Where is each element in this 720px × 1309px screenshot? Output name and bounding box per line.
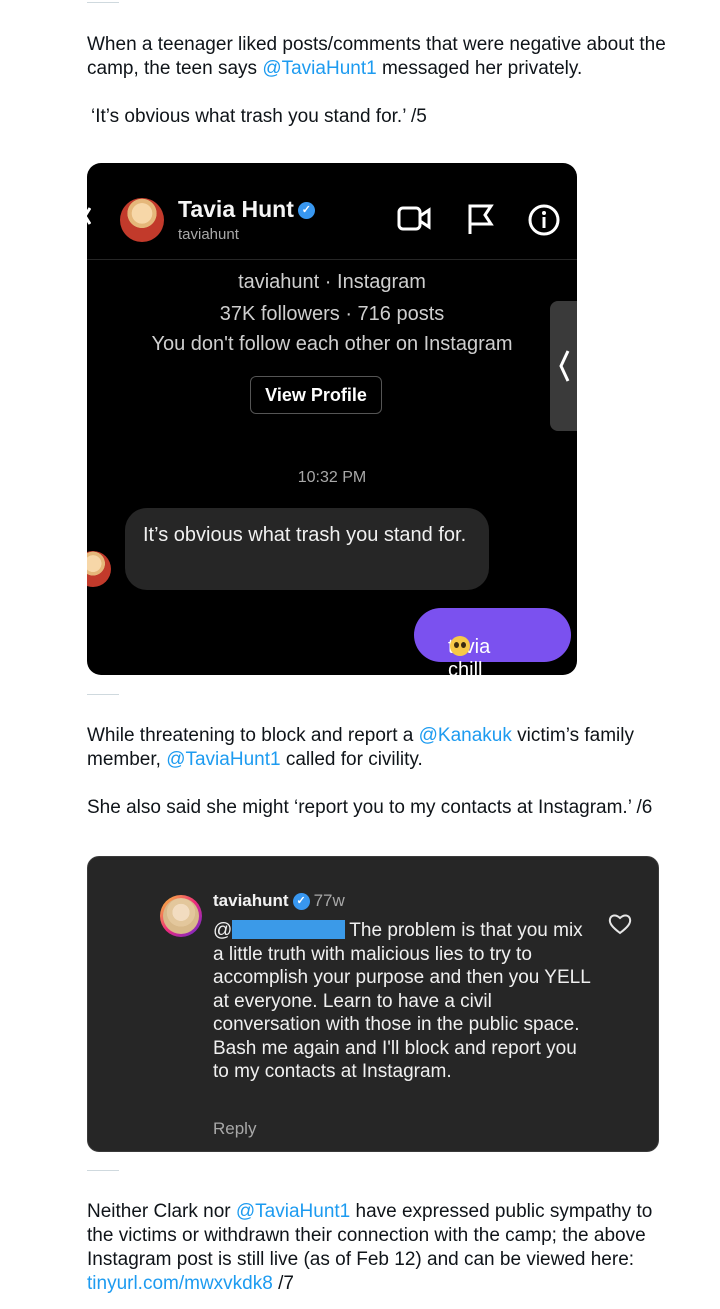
mention-taviahunt1[interactable]: @TaviaHunt1	[236, 1201, 350, 1222]
info-icon[interactable]	[527, 203, 561, 237]
mention-kanakuk[interactable]: @Kanakuk	[419, 725, 512, 746]
reply-button[interactable]: Reply	[213, 1119, 256, 1139]
tweet-7-body: Neither Clark nor @TaviaHunt1 have expre…	[87, 1201, 653, 1294]
stats-line: 37K followers · 716 posts	[219, 303, 445, 325]
tweet-5-body: When a teenager liked posts/comments tha…	[87, 33, 677, 81]
header-username: taviahunt	[178, 226, 239, 243]
video-call-icon[interactable]	[397, 205, 431, 233]
header-avatar	[120, 198, 164, 242]
commenter-avatar-ring	[160, 895, 202, 937]
comment-age: 77w	[313, 891, 345, 910]
profile-line: taviahunt · Instagram	[238, 271, 426, 293]
message-timestamp: 10:32 PM	[297, 469, 367, 486]
comment-username: taviahunt ✓ 77w	[213, 891, 345, 911]
outgoing-message-bubble: tavia chill	[414, 608, 571, 675]
commenter-avatar	[163, 898, 199, 934]
mention-taviahunt1[interactable]: @TaviaHunt1	[262, 58, 376, 79]
tweet-6-body: While threatening to block and report a …	[87, 725, 634, 770]
tinyurl-link[interactable]: tinyurl.com/mwxvkdk8	[87, 1273, 273, 1294]
tweet-5-quote: ‘It’s obvious what trash you stand for.’…	[91, 106, 427, 127]
instagram-comment-screenshot: taviahunt ✓ 77w @ The problem is that you m…	[87, 856, 659, 1152]
side-panel-handle[interactable]	[550, 301, 577, 431]
header-name: Tavia Hunt ✓	[178, 196, 315, 223]
pleading-face-emoji-icon	[450, 636, 470, 656]
instagram-dm-screenshot: Tavia Hunt ✓ taviahunt taviahunt · Instag…	[87, 163, 577, 675]
heart-icon[interactable]	[608, 913, 632, 935]
tweet-5: When a teenager liked posts/comments tha…	[87, 33, 677, 129]
comment-text: @ The problem is that you mix a little tr…	[213, 920, 591, 1082]
verified-badge-icon: ✓	[297, 202, 315, 220]
dm-header: Tavia Hunt ✓ taviahunt	[87, 163, 577, 260]
verified-badge-icon: ✓	[292, 893, 310, 911]
thread-divider	[87, 1170, 119, 1171]
tweet-5-text-end: messaged her privately.	[376, 58, 583, 79]
sender-avatar	[87, 551, 111, 587]
thread-divider-top	[87, 2, 119, 3]
incoming-message-text: It’s obvious what trash you stand for.	[143, 524, 467, 546]
tweet-6: While threatening to block and report a …	[87, 724, 677, 820]
follow-status: You don't follow each other on Instagram	[151, 333, 513, 355]
back-arrow-icon	[87, 207, 91, 225]
tweet-7: Neither Clark nor @TaviaHunt1 have expre…	[87, 1200, 677, 1296]
thread-divider	[87, 694, 119, 695]
mention-taviahunt1[interactable]: @TaviaHunt1	[166, 749, 280, 770]
incoming-message-bubble: It’s obvious what trash you stand for.	[125, 508, 489, 590]
view-profile-button[interactable]: View Profile	[250, 376, 382, 414]
chevron-left-icon	[559, 350, 570, 382]
flag-icon[interactable]	[467, 203, 495, 235]
tweet-6-para2: She also said she might ‘report you to m…	[87, 797, 653, 818]
redacted-username	[232, 920, 346, 939]
